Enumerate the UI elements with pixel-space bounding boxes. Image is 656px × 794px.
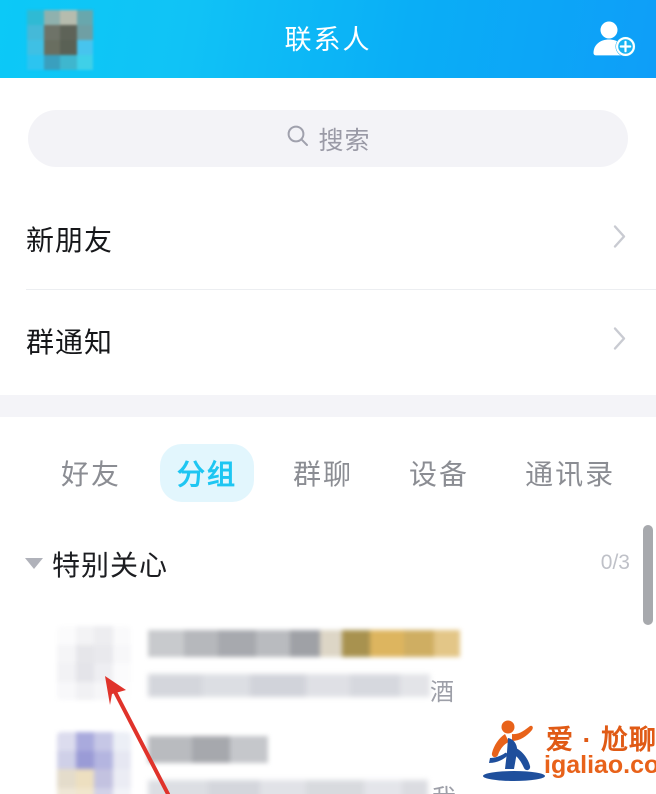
contact-avatar[interactable] — [57, 732, 131, 794]
contact-subtitle-redacted — [148, 780, 428, 794]
tab-groupchat[interactable]: 群聊 — [276, 444, 370, 502]
watermark-logo: 爱 · 尬聊 igaliao.com — [478, 714, 656, 788]
contact-row[interactable]: 酒 — [0, 612, 656, 718]
runner-logo-icon — [483, 720, 545, 781]
contact-name-tail: 酒 — [430, 679, 455, 706]
page-title: 联系人 — [284, 25, 372, 55]
app-header: 联系人 — [0, 0, 656, 78]
contact-name-redacted — [148, 736, 268, 763]
tab-groups[interactable]: 分组 — [160, 444, 255, 502]
contact-name-tail: 我 — [432, 778, 457, 794]
section-separator — [0, 395, 656, 417]
triangle-down-icon[interactable] — [25, 558, 43, 569]
chevron-right-icon — [612, 324, 628, 357]
contacts-screen: 联系人 搜索 新朋友 群通知 好友 分组 群聊 设备 通讯录 特别关心 0/3 … — [0, 0, 656, 794]
search-section: 搜索 — [0, 78, 656, 188]
entry-label-group-notice: 群通知 — [26, 326, 114, 358]
search-input[interactable]: 搜索 — [28, 110, 628, 167]
entry-row-group-notice[interactable]: 群通知 — [0, 290, 656, 391]
tab-devices[interactable]: 设备 — [392, 444, 486, 502]
tab-friends[interactable]: 好友 — [44, 444, 138, 502]
chevron-right-icon — [612, 222, 628, 255]
search-icon — [285, 123, 311, 154]
contact-avatar[interactable] — [57, 626, 131, 700]
entry-label-new-friends: 新朋友 — [26, 224, 114, 256]
contact-subtitle-redacted — [148, 674, 430, 697]
tab-bar: 好友 分组 群聊 设备 通讯录 订阅 — [0, 417, 656, 529]
search-placeholder: 搜索 — [318, 126, 371, 155]
group-header-special-care[interactable]: 特别关心 0/3 — [0, 534, 656, 596]
tab-contacts[interactable]: 通讯录 — [508, 444, 632, 502]
scrollbar-thumb[interactable] — [643, 525, 653, 625]
contact-name-redacted — [148, 630, 460, 657]
watermark-text-domain: igaliao.com — [544, 751, 656, 779]
entry-row-new-friends[interactable]: 新朋友 — [0, 188, 656, 289]
add-contact-icon[interactable] — [590, 17, 638, 61]
group-online-count: 0/3 — [600, 551, 630, 574]
group-title: 特别关心 — [52, 550, 169, 581]
